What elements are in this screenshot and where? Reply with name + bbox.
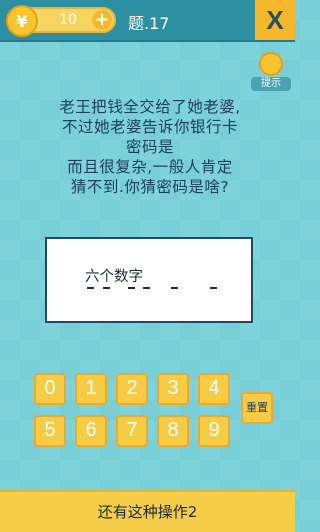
coin-balance: ¥ 10 + [6, 5, 116, 37]
digit-key-0[interactable]: 0 [34, 373, 66, 405]
answer-slot [171, 287, 178, 289]
answer-slot [210, 287, 217, 289]
top-bar: ¥ 10 + 题.17 X [0, 0, 295, 40]
reset-button[interactable]: 重置 [241, 392, 273, 424]
game-title: 还有这种操作2 [97, 503, 198, 521]
game-title-bar: 还有这种操作2 [0, 489, 295, 532]
question-line: 密码是 [125, 138, 174, 156]
answer-slot [103, 287, 110, 289]
answer-hint: 六个数字 [85, 269, 143, 285]
lightbulb-icon [259, 52, 283, 76]
level-title: 题.17 [128, 14, 170, 33]
question-line: 老王把钱全交给了她老婆, [59, 98, 241, 116]
hint-button[interactable]: 提示 [251, 52, 291, 91]
answer-slot [128, 287, 135, 289]
coin-count: 10 [59, 12, 77, 28]
question-line: 不过她老婆告诉你银行卡 [61, 118, 238, 136]
digit-key-7[interactable]: 7 [116, 415, 148, 447]
add-coins-button[interactable]: + [92, 10, 112, 30]
question-line: 而且很复杂,一般人肯定 [67, 158, 233, 176]
coin-icon: ¥ [6, 5, 38, 37]
digit-key-2[interactable]: 2 [116, 373, 148, 405]
answer-box: 六个数字 [45, 237, 253, 323]
digit-key-3[interactable]: 3 [157, 373, 189, 405]
digit-key-6[interactable]: 6 [75, 415, 107, 447]
digit-key-1[interactable]: 1 [75, 373, 107, 405]
question-line: 猜不到.你猜密码是啥? [70, 178, 230, 196]
question-text: 老王把钱全交给了她老婆, 不过她老婆告诉你银行卡 密码是 而且很复杂,一般人肯定… [40, 97, 260, 197]
answer-slot [87, 287, 94, 289]
digit-key-9[interactable]: 9 [198, 415, 230, 447]
close-button[interactable]: X [255, 0, 295, 40]
digit-key-5[interactable]: 5 [34, 415, 66, 447]
digit-key-4[interactable]: 4 [198, 373, 230, 405]
answer-slot [143, 287, 150, 289]
hint-label: 提示 [251, 77, 291, 91]
digit-key-8[interactable]: 8 [157, 415, 189, 447]
